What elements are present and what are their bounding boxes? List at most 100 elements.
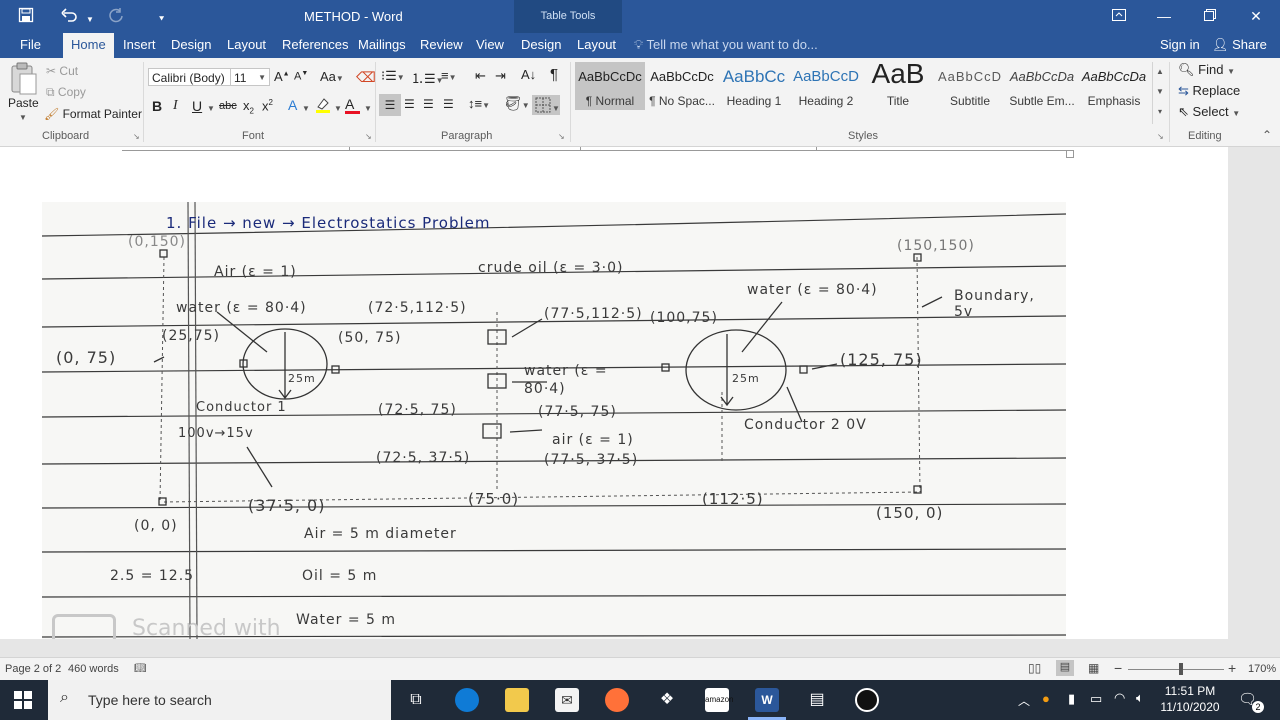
tab-table-layout[interactable]: Layout (577, 33, 616, 58)
find-button[interactable]: 🔍︎ Find ▼ (1178, 62, 1235, 78)
style-normal[interactable]: AaBbCcDc ¶ Normal (575, 62, 645, 110)
paste-button[interactable]: Paste (8, 96, 39, 110)
shrink-font-button[interactable]: A▼ (294, 70, 308, 83)
undo-icon[interactable] (60, 7, 78, 28)
clipboard-launcher-icon[interactable]: ↘ (133, 132, 140, 141)
cut-button[interactable]: ✂ Cut (46, 64, 78, 78)
bullets-icon[interactable]: ⁝☰▼ (381, 68, 405, 84)
show-hidden-icons[interactable]: ︿ (1018, 692, 1030, 709)
font-color-icon[interactable]: A (345, 96, 360, 114)
web-layout-icon[interactable]: ▦ (1088, 661, 1099, 675)
sort-icon[interactable]: A↓ (521, 67, 536, 82)
sign-in-link[interactable]: Sign in (1160, 37, 1200, 52)
italic-button[interactable]: I (173, 98, 178, 114)
zoom-out-button[interactable]: − (1114, 660, 1122, 676)
superscript-button[interactable]: x2 (262, 98, 273, 113)
line-spacing-icon[interactable]: ↕≡▼ (468, 96, 490, 111)
numbering-icon[interactable]: ⒈☰▼ (411, 68, 444, 87)
select-button[interactable]: ⇖ Select ▼ (1178, 104, 1240, 120)
strikethrough-button[interactable]: abc (219, 100, 237, 112)
increase-indent-icon[interactable]: ⇥ (495, 68, 506, 84)
style-heading-1[interactable]: AaBbCc Heading 1 (719, 62, 789, 110)
tab-review[interactable]: Review (420, 33, 463, 58)
page-count[interactable]: Page 2 of 2 (5, 663, 61, 675)
zoom-level[interactable]: 170% (1248, 663, 1276, 675)
notes-app-icon[interactable]: ▤ (805, 688, 829, 712)
style-emphasis[interactable]: AaBbCcDa Emphasis (1079, 62, 1149, 110)
tab-insert[interactable]: Insert (123, 33, 156, 58)
tab-home[interactable]: Home (63, 33, 114, 58)
zoom-slider-thumb[interactable] (1179, 663, 1183, 675)
tab-layout[interactable]: Layout (227, 33, 266, 58)
zoom-slider-track[interactable] (1128, 669, 1224, 670)
collapse-ribbon-icon[interactable]: ⌃ (1262, 128, 1272, 142)
style-no-spacing[interactable]: AaBbCcDc ¶ No Spac... (647, 62, 717, 110)
save-icon[interactable] (18, 7, 34, 28)
font-launcher-icon[interactable]: ↘ (365, 132, 372, 141)
volume-icon[interactable]: 🔈︎ (1136, 690, 1144, 706)
word-app-icon[interactable]: W (755, 688, 779, 712)
bold-button[interactable]: B (152, 98, 162, 114)
style-heading-2[interactable]: AaBbCcD Heading 2 (791, 62, 861, 110)
multilevel-list-icon[interactable]: ≡▼ (441, 68, 457, 83)
change-case-button[interactable]: Aa▼ (320, 69, 344, 84)
style-subtitle[interactable]: AaBbCcD Subtitle (935, 62, 1005, 110)
customize-qat-icon[interactable]: ⯆ (158, 10, 165, 28)
paste-dropdown-icon[interactable]: ▼ (19, 113, 27, 122)
align-left-icon[interactable]: ☰ (379, 94, 401, 116)
font-color-dropdown-icon[interactable]: ▼ (364, 104, 372, 113)
windows-start-icon[interactable] (14, 691, 32, 712)
table-resize-handle[interactable] (1066, 150, 1074, 158)
font-name-combo[interactable]: Calibri (Body) (148, 68, 236, 86)
tab-references[interactable]: References (282, 33, 348, 58)
clock[interactable]: 11:51 PM 11/10/2020 (1148, 683, 1232, 715)
format-painter-button[interactable]: 🖌︎ Format Painter (44, 107, 142, 121)
tab-table-design[interactable]: Design (521, 33, 561, 58)
tell-me-search[interactable]: 💡︎ Tell me what you want to do... (634, 37, 818, 53)
text-effects-dropdown-icon[interactable]: ▼ (302, 104, 310, 113)
mail-icon[interactable]: ✉ (555, 688, 579, 712)
highlight-icon[interactable] (314, 96, 332, 117)
document-area[interactable]: 1. File → new → Electrostatics Problem (… (0, 147, 1280, 639)
subscript-button[interactable]: x2 (243, 98, 254, 116)
underline-dropdown-icon[interactable]: ▼ (207, 104, 215, 113)
tab-design[interactable]: Design (171, 33, 211, 58)
share-button[interactable]: 👤︎ Share (1212, 37, 1267, 53)
show-formatting-marks-icon[interactable]: ¶ (550, 66, 558, 83)
copy-button[interactable]: ⧉ Copy (46, 85, 86, 100)
redo-icon[interactable] (108, 7, 124, 28)
edge-browser-icon[interactable] (455, 688, 479, 712)
borders-dropdown-icon[interactable]: ▼ (552, 104, 560, 113)
read-mode-icon[interactable]: ▯▯ (1028, 661, 1041, 675)
align-right-icon[interactable]: ☰ (423, 97, 434, 111)
highlight-dropdown-icon[interactable]: ▼ (334, 104, 342, 113)
tab-mailings[interactable]: Mailings (358, 33, 406, 58)
tab-file[interactable]: File (20, 33, 41, 58)
amazon-icon[interactable]: amazon (705, 688, 733, 712)
task-view-icon[interactable]: ⧉ (404, 688, 428, 712)
restore-button[interactable] (1187, 0, 1233, 33)
battery-icon[interactable]: ▭ (1090, 691, 1102, 707)
style-subtle-emphasis[interactable]: AaBbCcDa Subtle Em... (1007, 62, 1077, 110)
print-layout-icon[interactable]: ▤ (1056, 660, 1074, 676)
close-button[interactable]: ✕ (1233, 0, 1279, 33)
justify-icon[interactable]: ☰ (443, 97, 454, 111)
word-count[interactable]: 460 words (68, 663, 119, 675)
tab-view[interactable]: View (476, 33, 504, 58)
shading-icon[interactable]: 🪣︎▼ (504, 95, 530, 112)
styles-launcher-icon[interactable]: ↘ (1157, 132, 1164, 141)
text-effects-icon[interactable]: A (288, 97, 297, 113)
zoom-in-button[interactable]: + (1228, 660, 1236, 676)
wifi-icon[interactable]: ◠ (1114, 690, 1125, 706)
microphone-icon[interactable]: ▮ (1068, 691, 1075, 707)
minimize-button[interactable]: — (1141, 0, 1187, 33)
paragraph-launcher-icon[interactable]: ↘ (558, 132, 565, 141)
align-center-icon[interactable]: ☰ (404, 97, 415, 111)
security-tray-icon[interactable]: ● (1042, 691, 1050, 706)
underline-button[interactable]: U (192, 98, 202, 114)
decrease-indent-icon[interactable]: ⇤ (475, 68, 486, 84)
taskbar-search-box[interactable]: ⌕ Type here to search (48, 680, 391, 720)
proofing-icon[interactable]: 📖︎ (134, 663, 147, 674)
file-explorer-icon[interactable] (505, 688, 529, 712)
styles-scroll-icon[interactable]: ▲ ▼ ▾ (1152, 62, 1167, 124)
